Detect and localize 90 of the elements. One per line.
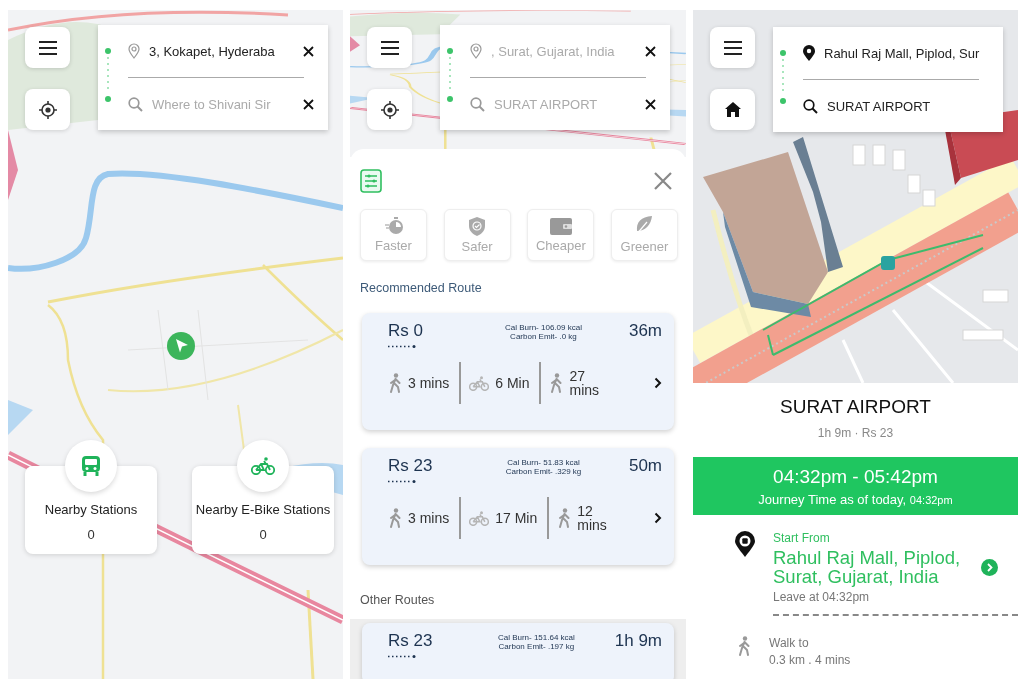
clear-icon[interactable] <box>303 45 314 57</box>
time-range: 04:32pm - 05:42pm <box>773 466 938 488</box>
bus-stop-icon <box>881 256 895 270</box>
locate-button[interactable] <box>25 89 70 130</box>
search-icon <box>470 96 485 112</box>
wallet-icon <box>549 217 572 235</box>
locate-button[interactable] <box>367 89 412 130</box>
route-price: Rs 23 <box>388 456 434 476</box>
destination-title: SURAT AIRPORT <box>779 396 932 418</box>
origin-field[interactable]: Rahul Raj Mall, Piplod, Sur <box>824 45 989 61</box>
menu-icon <box>379 39 400 56</box>
menu-button[interactable] <box>367 27 412 68</box>
trip-summary: 1h 9m · Rs 23 <box>816 426 895 440</box>
nearby-count: 0 <box>87 527 95 542</box>
leg-duration: 3 mins <box>408 375 450 391</box>
close-icon[interactable] <box>654 172 672 190</box>
bus-icon <box>81 455 101 477</box>
bicycle-icon <box>469 510 490 526</box>
walking-person-icon <box>549 373 564 393</box>
step-label: Walk to <box>769 635 810 650</box>
locate-icon <box>37 99 58 120</box>
carbon-emission-text: Carbon Emit- .0 kg <box>510 332 577 341</box>
walking-person-icon <box>388 508 402 528</box>
clear-icon[interactable] <box>645 45 656 57</box>
leg-duration: 6 Min <box>495 375 530 391</box>
highway-road <box>350 36 361 52</box>
step-label: Start From <box>773 531 831 545</box>
dotted-line-icon <box>388 655 416 658</box>
pin-icon <box>803 45 815 61</box>
calorie-burn-text: Cal Burn- 106.09 kcal <box>505 323 582 332</box>
home-button[interactable] <box>710 89 755 130</box>
menu-button[interactable] <box>710 27 755 68</box>
route-duration: 36m <box>628 321 662 341</box>
shield-icon <box>469 216 486 236</box>
locate-icon <box>379 99 400 120</box>
step-note: Leave at 04:32pm <box>773 589 871 604</box>
chevron-right-icon[interactable] <box>654 377 662 389</box>
clear-icon[interactable] <box>645 98 656 110</box>
leg-duration: 12 mins <box>577 504 608 532</box>
nearby-label: Nearby Stations <box>44 502 138 517</box>
route-price: Rs 23 <box>388 631 434 651</box>
destination-field[interactable]: SURAT AIRPORT <box>827 98 989 114</box>
nearby-label: Nearby E-Bike Stations <box>195 502 331 517</box>
walking-person-icon <box>737 635 751 656</box>
nearby-card[interactable]: Nearby E-Bike Stations 0 <box>192 466 334 554</box>
route-price: Rs 0 <box>388 321 424 341</box>
bicycle-icon <box>251 457 275 475</box>
menu-button[interactable] <box>25 27 70 68</box>
route-duration: 50m <box>628 456 662 476</box>
route-card[interactable]: Rs 23 Cal Burn- 151.64 kcal Carbon Emit- .197 kg 1h 9m <box>362 623 674 679</box>
carbon-emission-text: Carbon Emit- .329 kg <box>505 467 582 476</box>
route-dots-icon <box>447 48 453 102</box>
section-title: Other Routes <box>359 592 436 609</box>
pin-icon <box>128 43 140 59</box>
leg-duration: 17 Min <box>495 510 538 526</box>
carbon-emission-text: Carbon Emit- .197 kg <box>498 642 575 651</box>
journey-time-note: Journey Time as of today, 04:32pm <box>758 492 953 507</box>
search-icon <box>128 96 143 112</box>
walking-person-icon <box>388 373 402 393</box>
leg-duration: 27 mins <box>569 369 601 397</box>
menu-icon <box>722 39 743 56</box>
chevron-right-icon[interactable] <box>654 512 662 524</box>
bus-stop-pin-icon <box>735 531 755 557</box>
route-duration: 1h 9m <box>614 631 662 651</box>
calorie-burn-text: Cal Burn- 51.83 kcal <box>507 458 580 467</box>
dotted-line-icon <box>388 345 416 348</box>
search-icon <box>803 98 818 114</box>
route-dots-icon <box>105 48 111 102</box>
origin-field[interactable]: 3, Kokapet, Hyderaba <box>149 43 294 59</box>
clear-icon[interactable] <box>303 98 314 110</box>
stopwatch-icon <box>383 217 404 235</box>
nearby-count: 0 <box>259 527 267 542</box>
route-card[interactable]: Rs 23 Cal Burn- 51.83 kcal Carbon Emit- .329 kg 50m 3 mins 17 Min 12 mins <box>362 448 674 565</box>
leg-duration: 3 mins <box>408 510 450 526</box>
route-card[interactable]: Rs 0 Cal Burn- 106.09 kcal Carbon Emit- .0 kg 36m 3 mins 6 Min 27 mins <box>362 313 674 430</box>
dotted-line-icon <box>388 480 416 483</box>
pin-icon <box>470 43 482 59</box>
step-note: 0.3 km . 4 mins <box>769 652 852 667</box>
destination-field[interactable]: Where to Shivani Sir <box>152 96 294 112</box>
highway-road <box>8 130 18 200</box>
route-dots-icon <box>780 50 786 104</box>
walking-person-icon <box>557 508 572 528</box>
nearby-card[interactable]: Nearby Stations 0 <box>25 466 157 554</box>
calorie-burn-text: Cal Burn- 151.64 kcal <box>497 633 575 642</box>
lake-shape <box>8 400 33 435</box>
home-icon <box>724 102 741 117</box>
section-title: Recommended Route <box>359 280 483 297</box>
menu-icon <box>37 39 58 56</box>
start-place: Rahul Raj Mall, Piplod, Surat, Gujarat, India <box>773 548 962 587</box>
bicycle-icon <box>469 375 490 391</box>
